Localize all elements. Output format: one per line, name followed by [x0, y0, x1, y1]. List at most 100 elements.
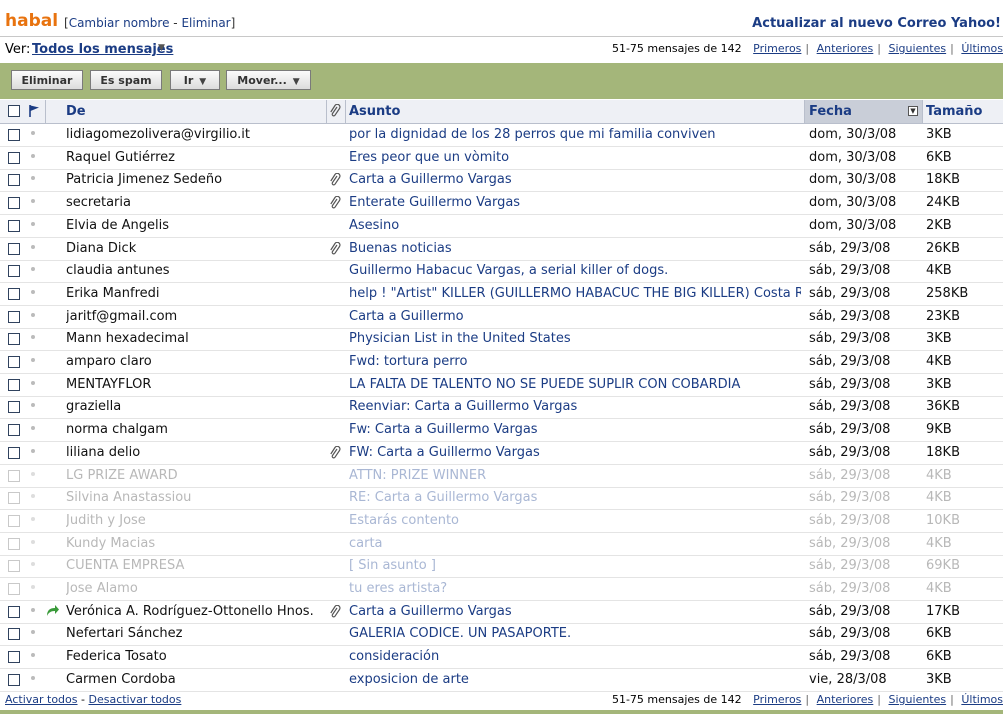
sender[interactable]: Jose Alamo: [66, 581, 324, 596]
sender[interactable]: Diana Dick: [66, 241, 324, 256]
from-column-header[interactable]: De: [66, 104, 86, 119]
row-checkbox[interactable]: [8, 310, 20, 323]
subject-link[interactable]: Carta a Guillermo: [349, 309, 801, 324]
spam-button[interactable]: Es spam: [90, 70, 162, 90]
table-row[interactable]: Raquel Gutiérrez Eres peor que un vòmito d…: [0, 147, 1003, 170]
table-row[interactable]: CUENTA EMPRESA [ Sin asunto ] sáb, 29/3/08…: [0, 555, 1003, 579]
table-row[interactable]: Jose Alamo tu eres artista? sáb, 29/3/08 4K…: [0, 578, 1003, 601]
move-button[interactable]: Mover... ▼: [226, 70, 311, 90]
date-column-header[interactable]: Fecha: [809, 104, 852, 119]
subject-link[interactable]: Buenas noticias: [349, 241, 801, 256]
size-column-header[interactable]: Tamaño: [926, 104, 982, 119]
subject-link[interactable]: Asesino: [349, 218, 801, 233]
sender[interactable]: amparo claro: [66, 354, 324, 369]
table-row[interactable]: MENTAYFLOR LA FALTA DE TALENTO NO SE PUED…: [0, 374, 1003, 397]
delete-button[interactable]: Eliminar: [11, 70, 83, 90]
sender[interactable]: Elvia de Angelis: [66, 218, 324, 233]
sender[interactable]: norma chalgam: [66, 422, 324, 437]
sender[interactable]: Kundy Macias: [66, 536, 324, 551]
table-row[interactable]: lidiagomezolivera@virgilio.it por la dign…: [0, 124, 1003, 147]
flag-icon[interactable]: [28, 104, 40, 121]
sender[interactable]: Verónica A. Rodríguez-Ottonello Hnos.: [66, 604, 324, 619]
table-row[interactable]: claudia antunes Guillermo Habacuc Vargas,…: [0, 260, 1003, 284]
row-checkbox[interactable]: [8, 583, 20, 595]
table-row[interactable]: norma chalgam Fw: Carta a Guillermo Varga…: [0, 419, 1003, 443]
sender[interactable]: secretaria: [66, 195, 324, 210]
subject-link[interactable]: FW: Carta a Guillermo Vargas: [349, 445, 801, 460]
rename-folder-link[interactable]: Cambiar nombre: [69, 16, 170, 30]
last-page-link[interactable]: Últimos: [961, 42, 1003, 55]
upgrade-link[interactable]: Actualizar al nuevo Correo Yahoo!: [752, 16, 1001, 31]
row-checkbox[interactable]: [8, 356, 20, 368]
sender[interactable]: CUENTA EMPRESA: [66, 558, 324, 573]
table-row[interactable]: liliana delio FW: Carta a Guillermo Varga…: [0, 442, 1003, 465]
sender[interactable]: Judith y Jose: [66, 513, 324, 528]
select-all-checkbox[interactable]: [8, 105, 20, 117]
chevron-down-icon[interactable]: ▼: [158, 43, 165, 53]
table-row[interactable]: Federica Tosato consideración sáb, 29/3/08…: [0, 646, 1003, 670]
subject-link[interactable]: Enterate Guillermo Vargas: [349, 195, 801, 210]
row-checkbox[interactable]: [8, 673, 20, 686]
row-checkbox[interactable]: [8, 537, 20, 550]
first-page-link[interactable]: Primeros: [753, 693, 801, 706]
subject-link[interactable]: Carta a Guillermo Vargas: [349, 604, 801, 619]
sender[interactable]: Federica Tosato: [66, 649, 324, 664]
sender[interactable]: jaritf@gmail.com: [66, 309, 324, 324]
table-row[interactable]: Kundy Macias carta sáb, 29/3/08 4KB: [0, 533, 1003, 556]
sender[interactable]: Raquel Gutiérrez: [66, 150, 324, 165]
first-page-link[interactable]: Primeros: [753, 42, 801, 55]
row-checkbox[interactable]: [8, 174, 20, 187]
table-row[interactable]: Elvia de Angelis Asesino dom, 30/3/08 2KB: [0, 215, 1003, 238]
subject-link[interactable]: Guillermo Habacuc Vargas, a serial kille…: [349, 263, 801, 278]
subject-link[interactable]: consideración: [349, 649, 801, 664]
subject-link[interactable]: help ! "Artist" KILLER (GUILLERMO HABACU…: [349, 286, 801, 301]
subject-link[interactable]: Estarás contento: [349, 513, 801, 528]
sender[interactable]: Carmen Cordoba: [66, 672, 324, 687]
select-all-link[interactable]: Activar todos: [5, 693, 78, 706]
next-page-link[interactable]: Siguientes: [889, 693, 947, 706]
table-row[interactable]: Verónica A. Rodríguez-Ottonello Hnos. Car…: [0, 601, 1003, 624]
deselect-all-link[interactable]: Desactivar todos: [88, 693, 181, 706]
subject-link[interactable]: GALERIA CÓDICE. UN PASAPORTE.: [349, 626, 801, 641]
go-button[interactable]: Ir ▼: [170, 70, 220, 90]
row-checkbox[interactable]: [8, 628, 20, 641]
table-row[interactable]: amparo claro Fwd: tortura perro sáb, 29/3/…: [0, 351, 1003, 374]
table-row[interactable]: Erika Manfredi help ! "Artist" KILLER (GU…: [0, 283, 1003, 306]
table-row[interactable]: Mann hexadecimal Physician List in the Un…: [0, 328, 1003, 352]
row-checkbox[interactable]: [8, 446, 20, 459]
attachment-icon[interactable]: [329, 103, 341, 121]
row-checkbox[interactable]: [8, 401, 20, 414]
row-checkbox[interactable]: [8, 197, 20, 210]
view-selector[interactable]: Todos los mensajes: [32, 42, 173, 57]
row-checkbox[interactable]: [8, 424, 20, 437]
subject-link[interactable]: exposicion de arte: [349, 672, 801, 687]
subject-link[interactable]: Eres peor que un vòmito: [349, 150, 801, 165]
subject-link[interactable]: carta: [349, 536, 801, 551]
subject-link[interactable]: RE: Carta a Guillermo Vargas: [349, 490, 801, 505]
sender[interactable]: Patricia Jimenez Sedeño: [66, 172, 324, 187]
table-row[interactable]: graziella Reenviar: Carta a Guillermo Var…: [0, 396, 1003, 420]
subject-link[interactable]: Fwd: tortura perro: [349, 354, 801, 369]
subject-link[interactable]: [ Sin asunto ]: [349, 558, 801, 573]
subject-link[interactable]: por la dignidad de los 28 perros que mi …: [349, 127, 801, 142]
sort-desc-icon[interactable]: ▼: [908, 106, 918, 116]
table-row[interactable]: Carmen Cordoba exposicion de arte vie, 28/…: [0, 669, 1003, 692]
row-checkbox[interactable]: [8, 605, 20, 618]
subject-link[interactable]: tu eres artista?: [349, 581, 801, 596]
row-checkbox[interactable]: [8, 333, 20, 346]
subject-link[interactable]: Physician List in the United States: [349, 331, 801, 346]
row-checkbox[interactable]: [8, 492, 20, 505]
subject-link[interactable]: ATTN: PRIZE WINNER: [349, 468, 801, 483]
table-row[interactable]: secretaria Enterate Guillermo Vargas dom, …: [0, 192, 1003, 216]
table-row[interactable]: Nefertari Sánchez GALERIA CÓDICE. UN PASA…: [0, 623, 1003, 647]
row-checkbox[interactable]: [8, 378, 20, 391]
prev-page-link[interactable]: Anteriores: [817, 42, 874, 55]
row-checkbox[interactable]: [8, 219, 20, 232]
row-checkbox[interactable]: [8, 151, 20, 164]
subject-link[interactable]: LA FALTA DE TALENTO NO SE PUEDE SUPLIR C…: [349, 377, 801, 392]
row-checkbox[interactable]: [8, 129, 20, 141]
sender[interactable]: Silvina Anastassiou: [66, 490, 324, 505]
last-page-link[interactable]: Últimos: [961, 693, 1003, 706]
subject-column-header[interactable]: Asunto: [349, 104, 400, 119]
row-checkbox[interactable]: [8, 651, 20, 664]
